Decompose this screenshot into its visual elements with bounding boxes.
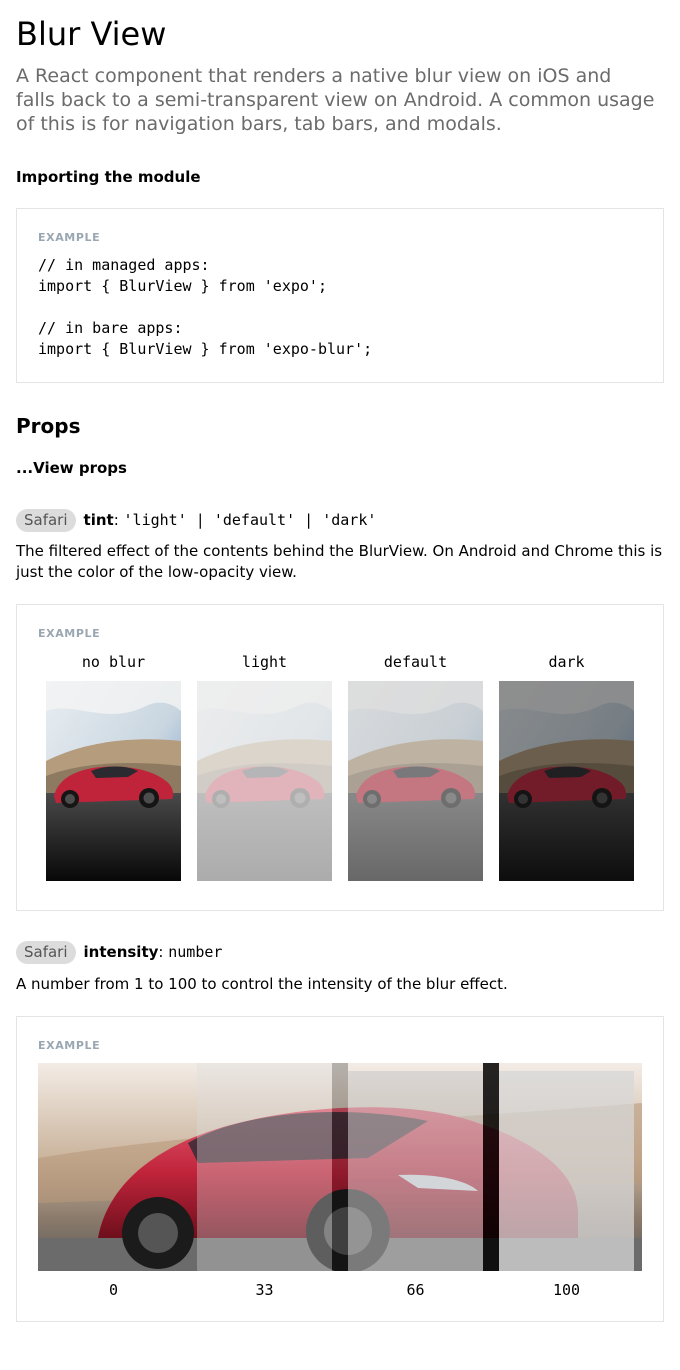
prop-separator: : bbox=[113, 511, 124, 529]
intensity-example-box: EXAMPLE 0 33 66 100 bbox=[16, 1016, 664, 1322]
overlay-gap bbox=[332, 1063, 348, 1271]
view-props-heading: ...View props bbox=[16, 459, 127, 477]
tile-no-blur bbox=[46, 681, 181, 881]
tile-default bbox=[348, 681, 483, 881]
code-line: // in bare apps: bbox=[38, 319, 183, 337]
page-description: A React component that renders a native … bbox=[16, 65, 655, 135]
code-line: import { BlurView } from 'expo-blur'; bbox=[38, 340, 373, 358]
intensity-overlay-100 bbox=[499, 1071, 634, 1271]
tint-example-box: EXAMPLE no blur light default dark bbox=[16, 604, 664, 911]
example-label: EXAMPLE bbox=[38, 231, 101, 244]
tile-dark bbox=[499, 681, 634, 881]
prop-separator: : bbox=[158, 943, 169, 961]
overlay-gap bbox=[483, 1063, 499, 1271]
blur-overlay-default bbox=[348, 681, 483, 881]
tile-light bbox=[197, 681, 332, 881]
props-heading: Props bbox=[16, 414, 81, 438]
example-label: EXAMPLE bbox=[38, 627, 101, 640]
importing-heading: Importing the module bbox=[16, 168, 201, 186]
tile-label-no-blur: no blur bbox=[81, 653, 146, 671]
prop-name: tint bbox=[83, 511, 114, 529]
code-line: // in managed apps: bbox=[38, 256, 210, 274]
platform-badge: Safari bbox=[16, 508, 76, 532]
import-example-box: EXAMPLE // in managed apps: import { Blu… bbox=[16, 208, 664, 383]
intensity-label-100: 100 bbox=[552, 1281, 581, 1299]
blur-overlay-dark bbox=[499, 681, 634, 881]
tile-label-dark: dark bbox=[548, 653, 585, 671]
code-line: import { BlurView } from 'expo'; bbox=[38, 277, 327, 295]
prop-name: intensity bbox=[83, 943, 159, 961]
page-title: Blur View bbox=[16, 15, 167, 53]
wide-car-photo bbox=[38, 1063, 642, 1271]
blur-overlay-light bbox=[197, 681, 332, 881]
intensity-overlay-33 bbox=[197, 1063, 332, 1271]
import-code-block[interactable]: // in managed apps: import { BlurView } … bbox=[38, 255, 372, 360]
example-label: EXAMPLE bbox=[38, 1039, 101, 1052]
prop-type: number bbox=[168, 943, 223, 961]
tint-prop-signature: Safari tint : 'light' | 'default' | 'dar… bbox=[16, 508, 376, 532]
platform-badge: Safari bbox=[16, 940, 76, 964]
intensity-prop-signature: Safari intensity : number bbox=[16, 940, 222, 964]
tint-description: The filtered effect of the contents behi… bbox=[16, 542, 663, 581]
intensity-overlay-66 bbox=[348, 1071, 483, 1271]
tile-label-default: default bbox=[383, 653, 448, 671]
intensity-label-33: 33 bbox=[255, 1281, 274, 1299]
intensity-label-66: 66 bbox=[406, 1281, 425, 1299]
intensity-description: A number from 1 to 100 to control the in… bbox=[16, 975, 508, 993]
intensity-label-0: 0 bbox=[108, 1281, 119, 1299]
prop-type: 'light' | 'default' | 'dark' bbox=[123, 511, 377, 529]
tile-label-light: light bbox=[241, 653, 288, 671]
car-photo bbox=[46, 681, 181, 881]
